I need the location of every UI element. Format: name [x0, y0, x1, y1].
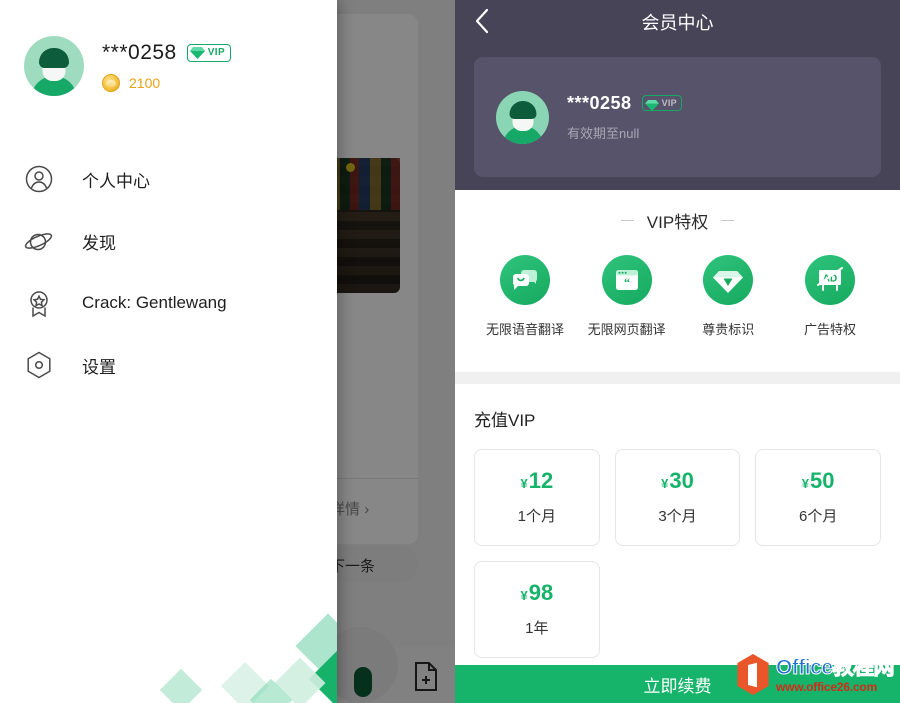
sidebar-item-discover[interactable]: 发现	[0, 210, 337, 272]
plan-card[interactable]: ¥12 1个月	[474, 449, 600, 546]
diamond-pattern-decoration	[159, 613, 337, 703]
vip-badge: VIP	[186, 43, 232, 62]
navigation-drawer: ***0258 VIP 2100 个人中心 发现 Crack: Gentlewa…	[0, 0, 337, 703]
plan-price-value: 98	[528, 579, 554, 605]
plan-price: ¥98	[520, 579, 554, 605]
currency-symbol: ¥	[801, 475, 810, 491]
privilege-label: 广告特权	[803, 322, 856, 337]
chat-bubble-icon	[500, 255, 550, 305]
planet-icon	[24, 226, 54, 256]
vip-card-name-row: ***0258 VIP	[567, 93, 682, 114]
no-ads-icon: AD	[804, 255, 855, 305]
sidebar-item-label: 设置	[82, 357, 116, 377]
dash-right-decoration	[721, 219, 735, 222]
vip-badge-label: VIP	[661, 98, 677, 108]
plan-price-value: 50	[810, 467, 835, 493]
privilege-label: 无限语音翻译	[485, 322, 564, 337]
currency-symbol: ¥	[520, 475, 528, 491]
plan-card[interactable]: ¥98 1年	[474, 561, 600, 658]
left-phone-screen: on 尔的壁 date fault ... 您提供 详情 › 下一条	[0, 0, 455, 703]
diamond-v-icon	[703, 255, 754, 305]
recharge-title: 充值VIP	[474, 411, 536, 430]
plan-price: ¥50	[801, 467, 835, 493]
sidebar-item-label: 发现	[82, 233, 116, 253]
plan-price-value: 12	[528, 467, 554, 493]
privileges-title: VIP特权	[646, 213, 709, 232]
plan-card[interactable]: ¥30 3个月	[614, 449, 741, 546]
sidebar-item-personal-center[interactable]: 个人中心	[0, 148, 337, 210]
renew-now-button[interactable]: 立即续费	[455, 665, 900, 703]
privileges-section: VIP特权 无限语音翻译 “ 无限网页翻译 尊贵标识 AD 广告特权	[455, 190, 900, 372]
privilege-item-web-translation[interactable]: “ 无限网页翻译	[583, 255, 671, 338]
recharge-section: 充值VIP ¥12 1个月 ¥30 3个月 ¥50 6个月 ¥98 1年	[455, 384, 900, 703]
drawer-user-name-row: ***0258 VIP	[102, 40, 232, 65]
drawer-user-name: ***0258	[102, 40, 177, 64]
user-avatar-icon[interactable]	[24, 36, 84, 96]
plan-grid: ¥12 1个月 ¥30 3个月 ¥50 6个月 ¥98 1年	[474, 449, 881, 658]
app-screenshot: on 尔的壁 date fault ... 您提供 详情 › 下一条	[0, 0, 900, 703]
plan-period: 3个月	[658, 507, 697, 525]
vip-badge-label: VIP	[207, 47, 226, 58]
plan-card[interactable]: ¥50 6个月	[755, 449, 881, 546]
diamond-icon	[189, 46, 205, 59]
section-gap-divider	[455, 372, 900, 384]
sidebar-item-crack[interactable]: Crack: Gentlewang	[0, 272, 337, 334]
drawer-user-header[interactable]: ***0258 VIP 2100	[0, 0, 337, 96]
vip-card-meta: ***0258 VIP 有效期至null	[567, 93, 682, 142]
plan-price: ¥12	[520, 467, 554, 493]
sidebar-item-label: 个人中心	[82, 171, 150, 191]
privilege-label: 无限网页翻译	[587, 322, 666, 337]
coin-icon	[102, 73, 120, 92]
privilege-item-ad-free[interactable]: AD 广告特权	[786, 255, 874, 338]
privilege-item-noble-badge[interactable]: 尊贵标识	[684, 255, 772, 338]
privilege-label: 尊贵标识	[702, 322, 755, 337]
dash-left-decoration	[620, 219, 634, 222]
plan-period: 6个月	[798, 507, 838, 525]
page-title: 会员中心	[641, 13, 714, 33]
browser-quote-icon: “	[601, 255, 652, 305]
navbar: 会员中心	[455, 0, 900, 44]
drawer-menu: 个人中心 发现 Crack: Gentlewang 设置	[0, 148, 337, 396]
vip-expiry-text: 有效期至null	[567, 125, 640, 141]
privileges-title-row: VIP特权	[455, 190, 900, 233]
plan-price: ¥30	[661, 467, 694, 493]
currency-symbol: ¥	[661, 475, 669, 491]
user-avatar-icon[interactable]	[496, 90, 549, 144]
renew-now-label: 立即续费	[643, 676, 712, 696]
sidebar-item-label: Crack: Gentlewang	[82, 293, 227, 312]
chevron-left-icon	[474, 8, 490, 39]
back-button[interactable]	[465, 6, 499, 40]
svg-text:“: “	[624, 275, 630, 289]
plan-period: 1年	[525, 619, 549, 637]
drawer-coin-row: 2100	[102, 73, 231, 92]
privileges-grid: 无限语音翻译 “ 无限网页翻译 尊贵标识 AD 广告特权	[455, 233, 900, 338]
vip-member-card: ***0258 VIP 有效期至null	[474, 57, 881, 177]
drawer-user-meta: ***0258 VIP 2100	[102, 40, 232, 92]
currency-symbol: ¥	[520, 587, 528, 603]
plan-period: 1个月	[517, 507, 556, 525]
diamond-icon	[644, 98, 659, 111]
right-phone-screen: 会员中心 ***0258 VIP 有效期至null VIP特权 无限语音翻译 “…	[455, 0, 900, 703]
vip-badge: VIP	[641, 95, 682, 111]
badge-ribbon-icon	[24, 288, 54, 318]
hexagon-gear-icon	[24, 350, 54, 380]
user-circle-icon	[24, 164, 54, 194]
coin-value: 2100	[129, 74, 161, 91]
plan-price-value: 30	[669, 467, 694, 493]
privilege-item-voice-translation[interactable]: 无限语音翻译	[481, 255, 569, 338]
vip-card-username: ***0258	[567, 92, 632, 113]
sidebar-item-settings[interactable]: 设置	[0, 334, 337, 396]
